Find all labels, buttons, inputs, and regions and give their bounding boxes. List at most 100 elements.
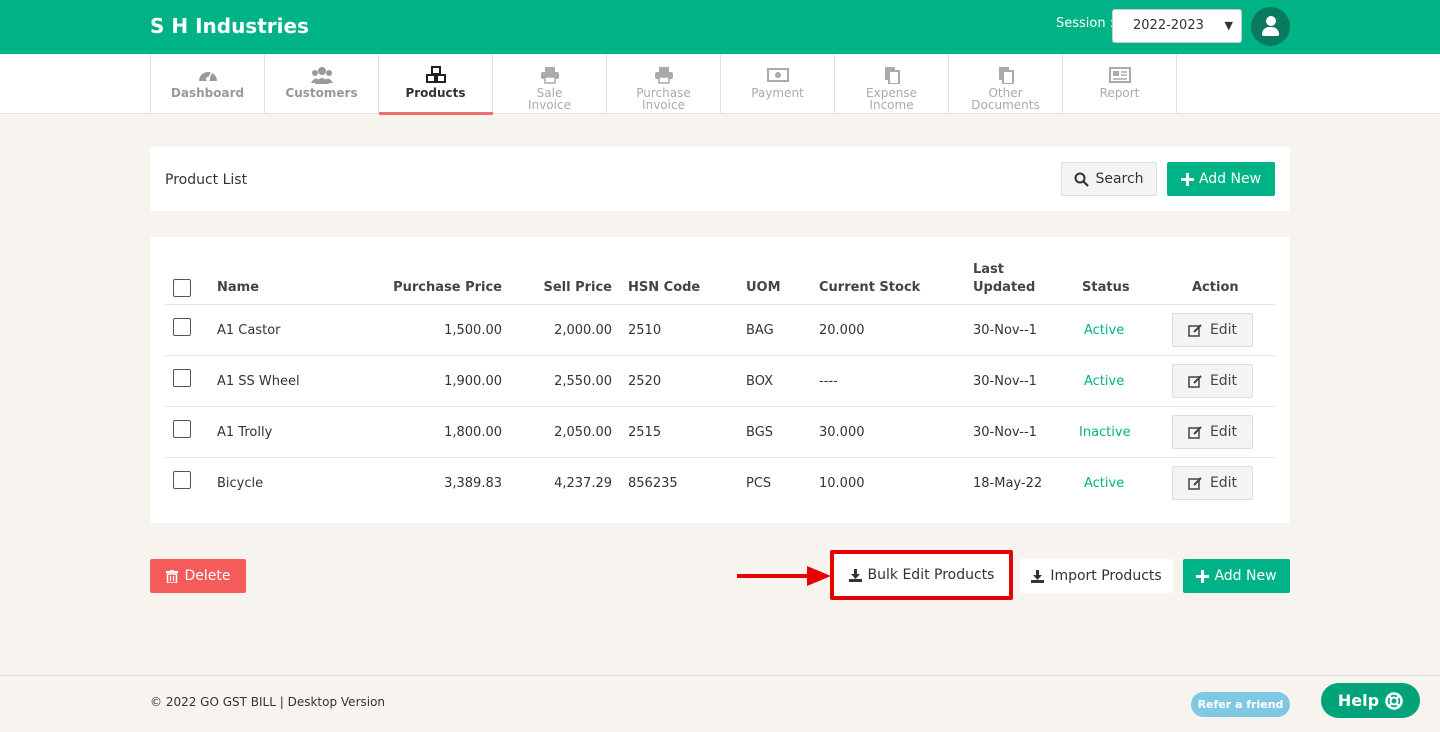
last-updated: 30-Nov--1 [973, 425, 1037, 440]
printer-icon [654, 67, 673, 84]
table-row: A1 SS Wheel 1,900.00 2,550.00 2520 BOX -… [165, 356, 1275, 407]
row-checkbox[interactable] [173, 369, 191, 387]
row-checkbox[interactable] [173, 420, 191, 438]
uom: BAG [746, 323, 774, 338]
edit-icon [1188, 425, 1202, 439]
current-stock: 20.000 [819, 323, 865, 338]
delete-button[interactable]: Delete [150, 559, 246, 593]
edit-button[interactable]: Edit [1172, 364, 1253, 398]
select-all-checkbox[interactable] [173, 279, 191, 297]
plus-icon [1196, 569, 1210, 583]
status-badge: Active [1084, 374, 1125, 389]
nav-expense-income[interactable]: Expense Income [835, 54, 949, 114]
footer: © 2022 GO GST BILL | Desktop Version Ref… [0, 675, 1440, 732]
hsn-code: 2520 [628, 374, 662, 389]
search-button[interactable]: Search [1061, 162, 1157, 196]
uom: BGS [746, 425, 774, 440]
uom: PCS [746, 476, 772, 491]
table-row: A1 Trolly 1,800.00 2,050.00 2515 BGS 30.… [165, 407, 1275, 458]
product-name: A1 Trolly [217, 425, 273, 440]
nav-report[interactable]: Report [1063, 54, 1177, 114]
last-updated: 18-May-22 [973, 476, 1043, 491]
help-button[interactable]: Help [1321, 683, 1420, 718]
money-icon [766, 68, 789, 82]
main-nav: Dashboard Customers Products Sale Invoic… [0, 54, 1440, 115]
edit-icon [1188, 374, 1202, 388]
nav-sale-invoice[interactable]: Sale Invoice [493, 54, 607, 114]
newspaper-icon [1108, 67, 1131, 83]
last-updated: 30-Nov--1 [973, 323, 1037, 338]
top-bar: S H Industries Session : 2022-2023 ▼ [0, 0, 1440, 54]
status-badge: Active [1084, 323, 1125, 338]
purchase-price: 1,900.00 [444, 374, 502, 389]
cubes-icon [425, 66, 446, 83]
row-checkbox[interactable] [173, 471, 191, 489]
product-table: Name Purchase Price Sell Price HSN Code … [150, 237, 1290, 523]
product-name: A1 SS Wheel [217, 374, 300, 389]
annotation-arrow-icon [737, 566, 831, 586]
nav-purchase-invoice[interactable]: Purchase Invoice [607, 54, 721, 114]
header-name: Name [217, 280, 260, 295]
edit-button[interactable]: Edit [1172, 313, 1253, 347]
lifebuoy-icon [1385, 691, 1403, 710]
nav-dashboard[interactable]: Dashboard [151, 54, 265, 114]
plus-icon [1180, 172, 1194, 186]
hsn-code: 2515 [628, 425, 662, 440]
page-title: Product List [165, 172, 248, 188]
table-row: A1 Castor 1,500.00 2,000.00 2510 BAG 20.… [165, 305, 1275, 356]
status-badge: Active [1084, 476, 1125, 491]
uom: BOX [746, 374, 773, 389]
table-row: Bicycle 3,389.83 4,237.29 856235 PCS 10.… [165, 458, 1275, 509]
header-action: Action [1192, 280, 1239, 295]
nav-products[interactable]: Products [379, 54, 493, 115]
dashboard-icon [198, 71, 217, 81]
header-hsn-code: HSN Code [628, 280, 701, 295]
header-status: Status [1082, 280, 1130, 295]
add-new-bottom-button[interactable]: Add New [1183, 559, 1290, 593]
status-badge: Inactive [1079, 425, 1131, 440]
refer-a-friend-button[interactable]: Refer a friend [1191, 692, 1290, 717]
sell-price: 2,050.00 [554, 425, 612, 440]
current-stock: 10.000 [819, 476, 865, 491]
hsn-code: 856235 [628, 476, 678, 491]
import-products-button[interactable]: Import Products [1020, 559, 1173, 593]
chevron-down-icon: ▼ [1224, 19, 1233, 32]
session-select[interactable]: 2022-2023 ▼ [1112, 9, 1242, 43]
bulk-edit-products-button[interactable]: Bulk Edit Products [830, 550, 1013, 600]
user-icon [1266, 16, 1276, 26]
nav-payment[interactable]: Payment [721, 54, 835, 114]
copy-icon [998, 67, 1014, 84]
purchase-price: 1,500.00 [444, 323, 502, 338]
copy-icon [884, 67, 900, 84]
user-avatar[interactable] [1251, 7, 1290, 46]
nav-customers[interactable]: Customers [265, 54, 379, 114]
table-header: Name Purchase Price Sell Price HSN Code … [165, 257, 1275, 305]
download-icon [1031, 569, 1045, 583]
product-name: Bicycle [217, 476, 264, 491]
session-label: Session : [1056, 16, 1115, 31]
edit-icon [1188, 476, 1202, 490]
download-icon [848, 568, 862, 582]
sell-price: 2,000.00 [554, 323, 612, 338]
current-stock: ---- [819, 374, 838, 389]
sell-price: 2,550.00 [554, 374, 612, 389]
session-value: 2022-2023 [1133, 18, 1204, 33]
product-name: A1 Castor [217, 323, 281, 338]
edit-button[interactable]: Edit [1172, 415, 1253, 449]
hsn-code: 2510 [628, 323, 662, 338]
row-checkbox[interactable] [173, 318, 191, 336]
header-last-updated-line1: Last [973, 262, 1005, 277]
nav-other-documents[interactable]: Other Documents [949, 54, 1063, 114]
header-sell-price: Sell Price [543, 280, 612, 295]
add-new-button[interactable]: Add New [1167, 162, 1275, 196]
purchase-price: 1,800.00 [444, 425, 502, 440]
edit-icon [1188, 323, 1202, 337]
last-updated: 30-Nov--1 [973, 374, 1037, 389]
trash-icon [165, 569, 178, 583]
header-uom: UOM [746, 280, 781, 295]
footer-copyright: © 2022 GO GST BILL | Desktop Version [150, 695, 386, 709]
purchase-price: 3,389.83 [444, 476, 502, 491]
edit-button[interactable]: Edit [1172, 466, 1253, 500]
printer-icon [540, 67, 559, 84]
header-purchase-price: Purchase Price [393, 280, 502, 295]
